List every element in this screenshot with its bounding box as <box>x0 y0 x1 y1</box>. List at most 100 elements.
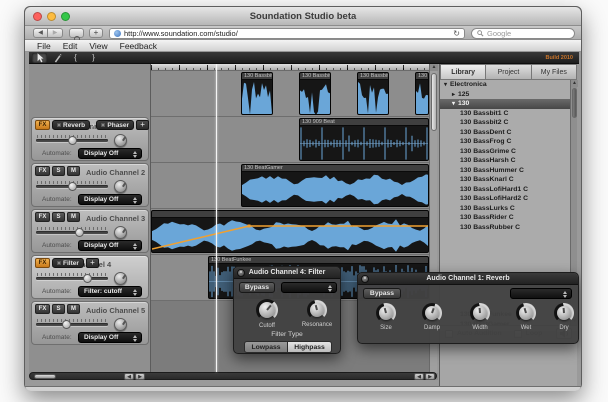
library-item[interactable]: 130 BassDent C <box>440 128 577 138</box>
scroll-left-button[interactable]: ◀ <box>414 373 424 380</box>
scroll-up-button[interactable]: ▲ <box>571 80 578 87</box>
library-item[interactable]: 130 Bassbit1 C <box>440 109 577 119</box>
solo-button[interactable]: S <box>52 304 65 314</box>
library-item[interactable]: 130 BassRubber C <box>440 223 577 233</box>
tab-project[interactable]: Project <box>486 64 532 80</box>
audio-clip[interactable]: 130 Bassbit1 <box>357 72 389 115</box>
tab-library[interactable]: Library <box>440 64 487 80</box>
loop-end-tool-button[interactable]: } <box>86 53 101 63</box>
timeline-ruler[interactable] <box>151 64 429 71</box>
track-lane-4[interactable] <box>151 209 429 255</box>
library-item[interactable]: 130 BassLofiHard1 C <box>440 185 577 195</box>
volume-slider[interactable] <box>36 277 108 280</box>
fx-button[interactable]: FX <box>35 258 50 268</box>
slider-thumb[interactable] <box>67 181 77 191</box>
add-effect-button[interactable]: + <box>136 120 150 130</box>
timeline-horizontal-scrollbar[interactable]: ◀ ▶ ◀ ▶ <box>29 372 437 380</box>
fx-button[interactable]: FX <box>35 304 50 314</box>
pan-knob[interactable] <box>114 180 127 193</box>
library-item[interactable]: ▾ 130 <box>440 99 577 109</box>
pan-knob[interactable] <box>114 226 127 239</box>
add-effect-button[interactable]: + <box>85 258 99 268</box>
track-card-4[interactable]: FXAudio Channel 4Filter+Automate:Filter:… <box>31 255 149 299</box>
automate-dropdown[interactable]: Display Off <box>78 148 142 159</box>
bypass-button[interactable]: Bypass <box>363 288 401 299</box>
fx-button[interactable]: FX <box>35 120 50 130</box>
library-item[interactable]: 130 BassFrog C <box>440 137 577 147</box>
pan-knob[interactable] <box>114 134 127 147</box>
highpass-button[interactable]: Highpass <box>288 341 332 353</box>
fx-chip-reverb[interactable]: Reverb <box>52 120 91 130</box>
knob-width[interactable] <box>470 303 490 323</box>
menu-file[interactable]: File <box>37 41 51 51</box>
knob-size[interactable] <box>376 303 396 323</box>
library-item[interactable]: 130 Bassbit2 C <box>440 118 577 128</box>
audio-clip[interactable] <box>151 210 429 253</box>
draw-tool-button[interactable] <box>50 53 65 63</box>
volume-slider[interactable] <box>36 323 108 326</box>
solo-button[interactable]: S <box>52 166 65 176</box>
mute-button[interactable]: M <box>67 212 80 222</box>
audio-clip[interactable]: 130 Bassbit1 <box>299 72 331 115</box>
mute-button[interactable]: M <box>67 166 80 176</box>
close-dialog-button[interactable]: × <box>237 269 245 277</box>
knob-wet[interactable] <box>516 303 536 323</box>
scroll-up-button[interactable]: ▲ <box>430 64 438 71</box>
audio-clip[interactable]: 130 909 Beat <box>299 118 429 161</box>
mute-button[interactable]: M <box>67 304 80 314</box>
back-button[interactable]: ◀ <box>33 28 48 38</box>
menu-edit[interactable]: Edit <box>63 41 78 51</box>
knob-dry[interactable] <box>554 303 574 323</box>
preset-dropdown[interactable] <box>281 282 337 293</box>
pan-knob[interactable] <box>114 272 127 285</box>
library-item[interactable]: 130 BassLofiHard2 C <box>440 194 577 204</box>
slider-thumb[interactable] <box>83 273 93 283</box>
top-sites-button[interactable] <box>69 28 84 42</box>
new-tab-button[interactable]: + <box>89 28 103 38</box>
bypass-button[interactable]: Bypass <box>239 282 275 293</box>
library-item[interactable]: 130 BassRider C <box>440 213 577 223</box>
automate-dropdown[interactable]: Filter: cutoff <box>78 286 142 297</box>
library-item[interactable]: 130 BassKnarl C <box>440 175 577 185</box>
fx-chip-filter[interactable]: Filter <box>52 258 84 268</box>
fx-chip-phaser[interactable]: Phaser <box>96 120 135 130</box>
fx-button[interactable]: FX <box>35 166 50 176</box>
track-card-2[interactable]: FX Audio Channel 2 S M Automate: Display Off <box>31 163 149 207</box>
close-dialog-button[interactable]: × <box>361 275 369 283</box>
reload-icon[interactable]: ↻ <box>453 29 460 37</box>
solo-button[interactable]: S <box>52 212 65 222</box>
select-tool-button[interactable] <box>32 52 47 63</box>
audio-clip[interactable]: 130 Bassbit1 <box>415 72 429 115</box>
slider-thumb[interactable] <box>67 135 77 145</box>
library-item[interactable]: 130 BassLurks C <box>440 204 577 214</box>
slider-thumb[interactable] <box>75 227 85 237</box>
forward-button[interactable]: ▶ <box>48 28 63 38</box>
library-item[interactable]: 130 BassGrime C <box>440 147 577 157</box>
scrollbar-thumb[interactable] <box>571 88 577 118</box>
library-item[interactable]: ▸ 125 <box>440 90 577 100</box>
search-input[interactable]: Google <box>471 27 575 39</box>
library-item[interactable]: ▾ Electronica <box>440 80 577 90</box>
track-lane-3[interactable]: 130 BeatGamer <box>151 163 429 209</box>
track-lane-2[interactable]: 130 909 Beat <box>151 117 429 163</box>
address-bar[interactable]: http://www.soundation.com/studio/ ↻ <box>109 27 465 39</box>
track-card-5[interactable]: FX Audio Channel 5 S M Automate: Display Off <box>31 301 149 345</box>
audio-clip[interactable]: 130 Bassbit1 <box>241 72 273 115</box>
menu-view[interactable]: View <box>89 41 107 51</box>
scroll-right-button[interactable]: ▶ <box>425 373 435 380</box>
audio-clip[interactable]: 130 BeatGamer <box>241 164 429 207</box>
lowpass-button[interactable]: Lowpass <box>244 341 288 353</box>
scrollbar-thumb[interactable] <box>431 73 437 131</box>
track-card-3[interactable]: FX Audio Channel 3 S M Automate: Display Off <box>31 209 149 253</box>
slider-thumb[interactable] <box>62 319 72 329</box>
automate-dropdown[interactable]: Display Off <box>78 332 142 343</box>
scroll-left-button[interactable]: ◀ <box>124 373 134 380</box>
playhead[interactable] <box>216 64 217 372</box>
scroll-right-button[interactable]: ▶ <box>135 373 145 380</box>
automate-dropdown[interactable]: Display Off <box>78 240 142 251</box>
menu-feedback[interactable]: Feedback <box>120 41 157 51</box>
library-item[interactable]: 130 BassHummer C <box>440 166 577 176</box>
preset-dropdown[interactable] <box>510 288 572 299</box>
knob-cutoff[interactable] <box>256 299 278 321</box>
automation-curve[interactable] <box>152 211 429 253</box>
